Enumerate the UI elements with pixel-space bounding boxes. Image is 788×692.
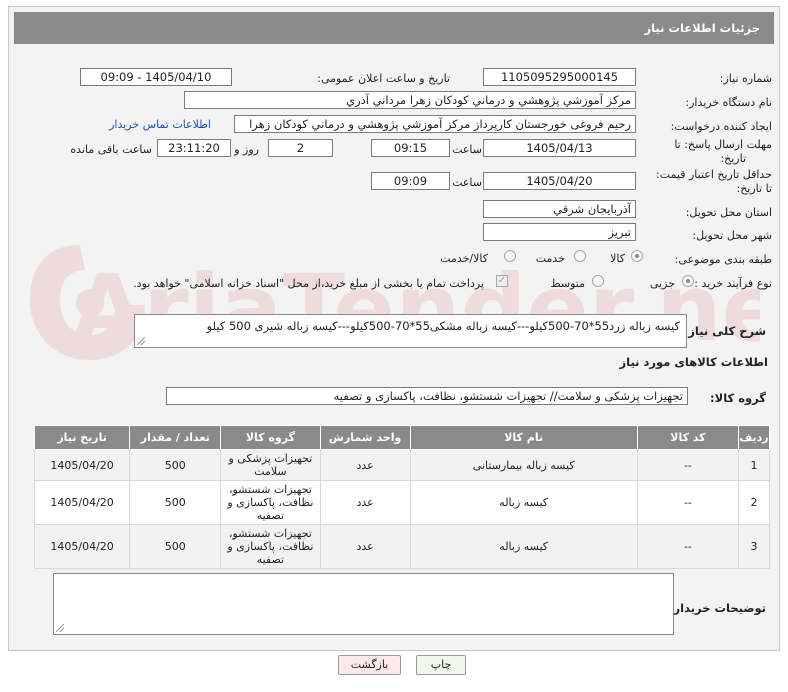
cell-quantity: 500 bbox=[129, 480, 222, 525]
page-title: جزئیات اطلاعات نیاز bbox=[644, 21, 760, 35]
remaining-days-field: 2 bbox=[268, 139, 333, 157]
deadline-label-date: تاریخ: bbox=[720, 152, 746, 165]
need-number-label: شماره نیاز: bbox=[719, 72, 772, 85]
validity-time-field: 09:09 bbox=[371, 172, 450, 190]
col-unit: واحد شمارش bbox=[319, 425, 411, 450]
deadline-label: مهلت ارسال پاسخ: تا bbox=[674, 138, 772, 151]
buyer-org-field: مرکز آموزشي پژوهشي و درماني كودكان زهرا … bbox=[184, 91, 636, 109]
category-radio-both[interactable] bbox=[504, 250, 516, 262]
process-radio-minor[interactable] bbox=[682, 275, 694, 287]
cell-row: 2 bbox=[738, 480, 770, 525]
cell-need-date: 1405/04/20 bbox=[33, 449, 131, 481]
remaining-time-field: 23:11:20 bbox=[157, 139, 231, 157]
cell-row: 1 bbox=[738, 449, 770, 481]
category-option-goods: کالا bbox=[610, 252, 625, 265]
col-row: ردیف bbox=[738, 425, 770, 450]
city-label: شهر محل تحویل: bbox=[692, 229, 772, 242]
page-header: جزئیات اطلاعات نیاز bbox=[14, 12, 774, 44]
deadline-date-field: 1405/04/13 bbox=[483, 139, 636, 157]
announce-datetime-field: 1405/04/10 - 09:09 bbox=[80, 68, 232, 86]
goods-group-label: گروه کالا: bbox=[710, 391, 766, 405]
deadline-hour-label: ساعت bbox=[452, 143, 482, 156]
back-button[interactable]: بازگشت bbox=[338, 655, 401, 675]
col-code: کد کالا bbox=[636, 425, 740, 450]
category-radio-service[interactable] bbox=[574, 250, 586, 262]
description-text: کیسه زباله زرد55*70-500کیلو---کیسه زباله… bbox=[206, 319, 680, 333]
cell-need-date: 1405/04/20 bbox=[33, 480, 131, 525]
items-table-header: ردیف کد کالا نام کالا واحد شمارش گروه کا… bbox=[33, 425, 770, 450]
resize-grip-icon[interactable] bbox=[56, 624, 64, 632]
process-option-minor: جزیی bbox=[649, 277, 675, 290]
description-label: شرح کلی نیاز: bbox=[683, 324, 766, 338]
process-radio-medium[interactable] bbox=[592, 275, 604, 287]
city-field: تبریز bbox=[483, 223, 636, 241]
deadline-time-field: 09:15 bbox=[371, 139, 450, 157]
announce-label: تاریخ و ساعت اعلان عمومی: bbox=[317, 72, 450, 85]
col-need-date: تاریخ نیاز bbox=[33, 425, 131, 450]
goods-info-title: اطلاعات کالاهای مورد نیاز bbox=[619, 355, 768, 369]
process-label: نوع فرآیند خرید : bbox=[694, 277, 772, 290]
treasury-payment-checkbox[interactable]: ✓ bbox=[496, 275, 508, 287]
resize-grip-icon[interactable] bbox=[137, 337, 145, 345]
days-label: روز و bbox=[234, 143, 259, 156]
province-label: استان محل تحویل: bbox=[685, 206, 772, 219]
cell-code: -- bbox=[636, 524, 740, 569]
validity-hour-label: ساعت bbox=[452, 176, 482, 189]
creator-label: ایجاد کننده درخواست: bbox=[670, 120, 772, 133]
validity-date-field: 1405/04/20 bbox=[483, 172, 636, 190]
items-table: ردیف کد کالا نام کالا واحد شمارش گروه کا… bbox=[33, 425, 770, 569]
cell-name: کیسه زباله bbox=[409, 480, 638, 525]
cell-code: -- bbox=[636, 480, 740, 525]
cell-unit: عدد bbox=[319, 449, 411, 481]
table-row: 1 -- کیسه زباله بیمارستانی عدد تجهیزات پ… bbox=[33, 449, 770, 481]
buyer-org-label: نام دستگاه خریدار: bbox=[685, 96, 772, 109]
category-option-service: خدمت bbox=[535, 252, 565, 265]
cell-need-date: 1405/04/20 bbox=[33, 524, 131, 569]
remaining-label: ساعت باقی مانده bbox=[70, 143, 152, 156]
print-button[interactable]: چاپ bbox=[416, 655, 466, 675]
province-field: آذربايجان شرقي bbox=[483, 200, 636, 218]
buyer-notes-textarea[interactable] bbox=[53, 573, 674, 635]
cell-unit: عدد bbox=[319, 524, 411, 569]
process-option-medium: متوسط bbox=[550, 277, 585, 290]
need-number-field: 1105095295000145 bbox=[483, 68, 636, 86]
validity-label: حداقل تاریخ اعتبار قیمت: bbox=[656, 168, 772, 181]
description-textarea[interactable]: کیسه زباله زرد55*70-500کیلو---کیسه زباله… bbox=[134, 314, 687, 348]
category-label: طبقه بندی موضوعی: bbox=[674, 253, 772, 266]
table-row: 2 -- کیسه زباله عدد تجهیزات شستشو، نظافت… bbox=[33, 480, 770, 525]
buyer-notes-label: توضیحات خریدار: bbox=[668, 601, 766, 615]
cell-quantity: 500 bbox=[129, 524, 222, 569]
goods-group-field: تجهیزات پزشکی و سلامت// تجهیزات شستشو، ن… bbox=[166, 387, 688, 405]
cell-group: تجهیزات شستشو، نظافت، پاکسازی و تصفیه bbox=[220, 524, 321, 569]
cell-name: کیسه زباله بیمارستانی bbox=[409, 449, 638, 481]
cell-group: تجهیزات پزشکی و سلامت bbox=[220, 449, 321, 481]
cell-group: تجهیزات شستشو، نظافت، پاکسازی و تصفیه bbox=[220, 480, 321, 525]
cell-unit: عدد bbox=[319, 480, 411, 525]
validity-label-date: تا تاریخ: bbox=[736, 182, 772, 195]
creator-field: رحیم فروغی خورجستان کارپرداز مرکز آموزشي… bbox=[234, 115, 636, 133]
table-row: 3 -- کیسه زباله عدد تجهیزات شستشو، نظافت… bbox=[33, 524, 770, 569]
cell-name: کیسه زباله bbox=[409, 524, 638, 569]
cell-code: -- bbox=[636, 449, 740, 481]
cell-quantity: 500 bbox=[129, 449, 222, 481]
col-quantity: تعداد / مقدار bbox=[129, 425, 222, 450]
col-group: گروه کالا bbox=[220, 425, 321, 450]
category-radio-goods[interactable] bbox=[631, 250, 643, 262]
buyer-contact-link[interactable]: اطلاعات تماس خریدار bbox=[109, 118, 211, 131]
category-option-both: کالا/خدمت bbox=[440, 252, 488, 265]
treasury-payment-note: پرداخت تمام یا بخشی از مبلغ خرید،از محل … bbox=[133, 277, 484, 290]
cell-row: 3 bbox=[738, 524, 770, 569]
col-name: نام کالا bbox=[409, 425, 638, 450]
